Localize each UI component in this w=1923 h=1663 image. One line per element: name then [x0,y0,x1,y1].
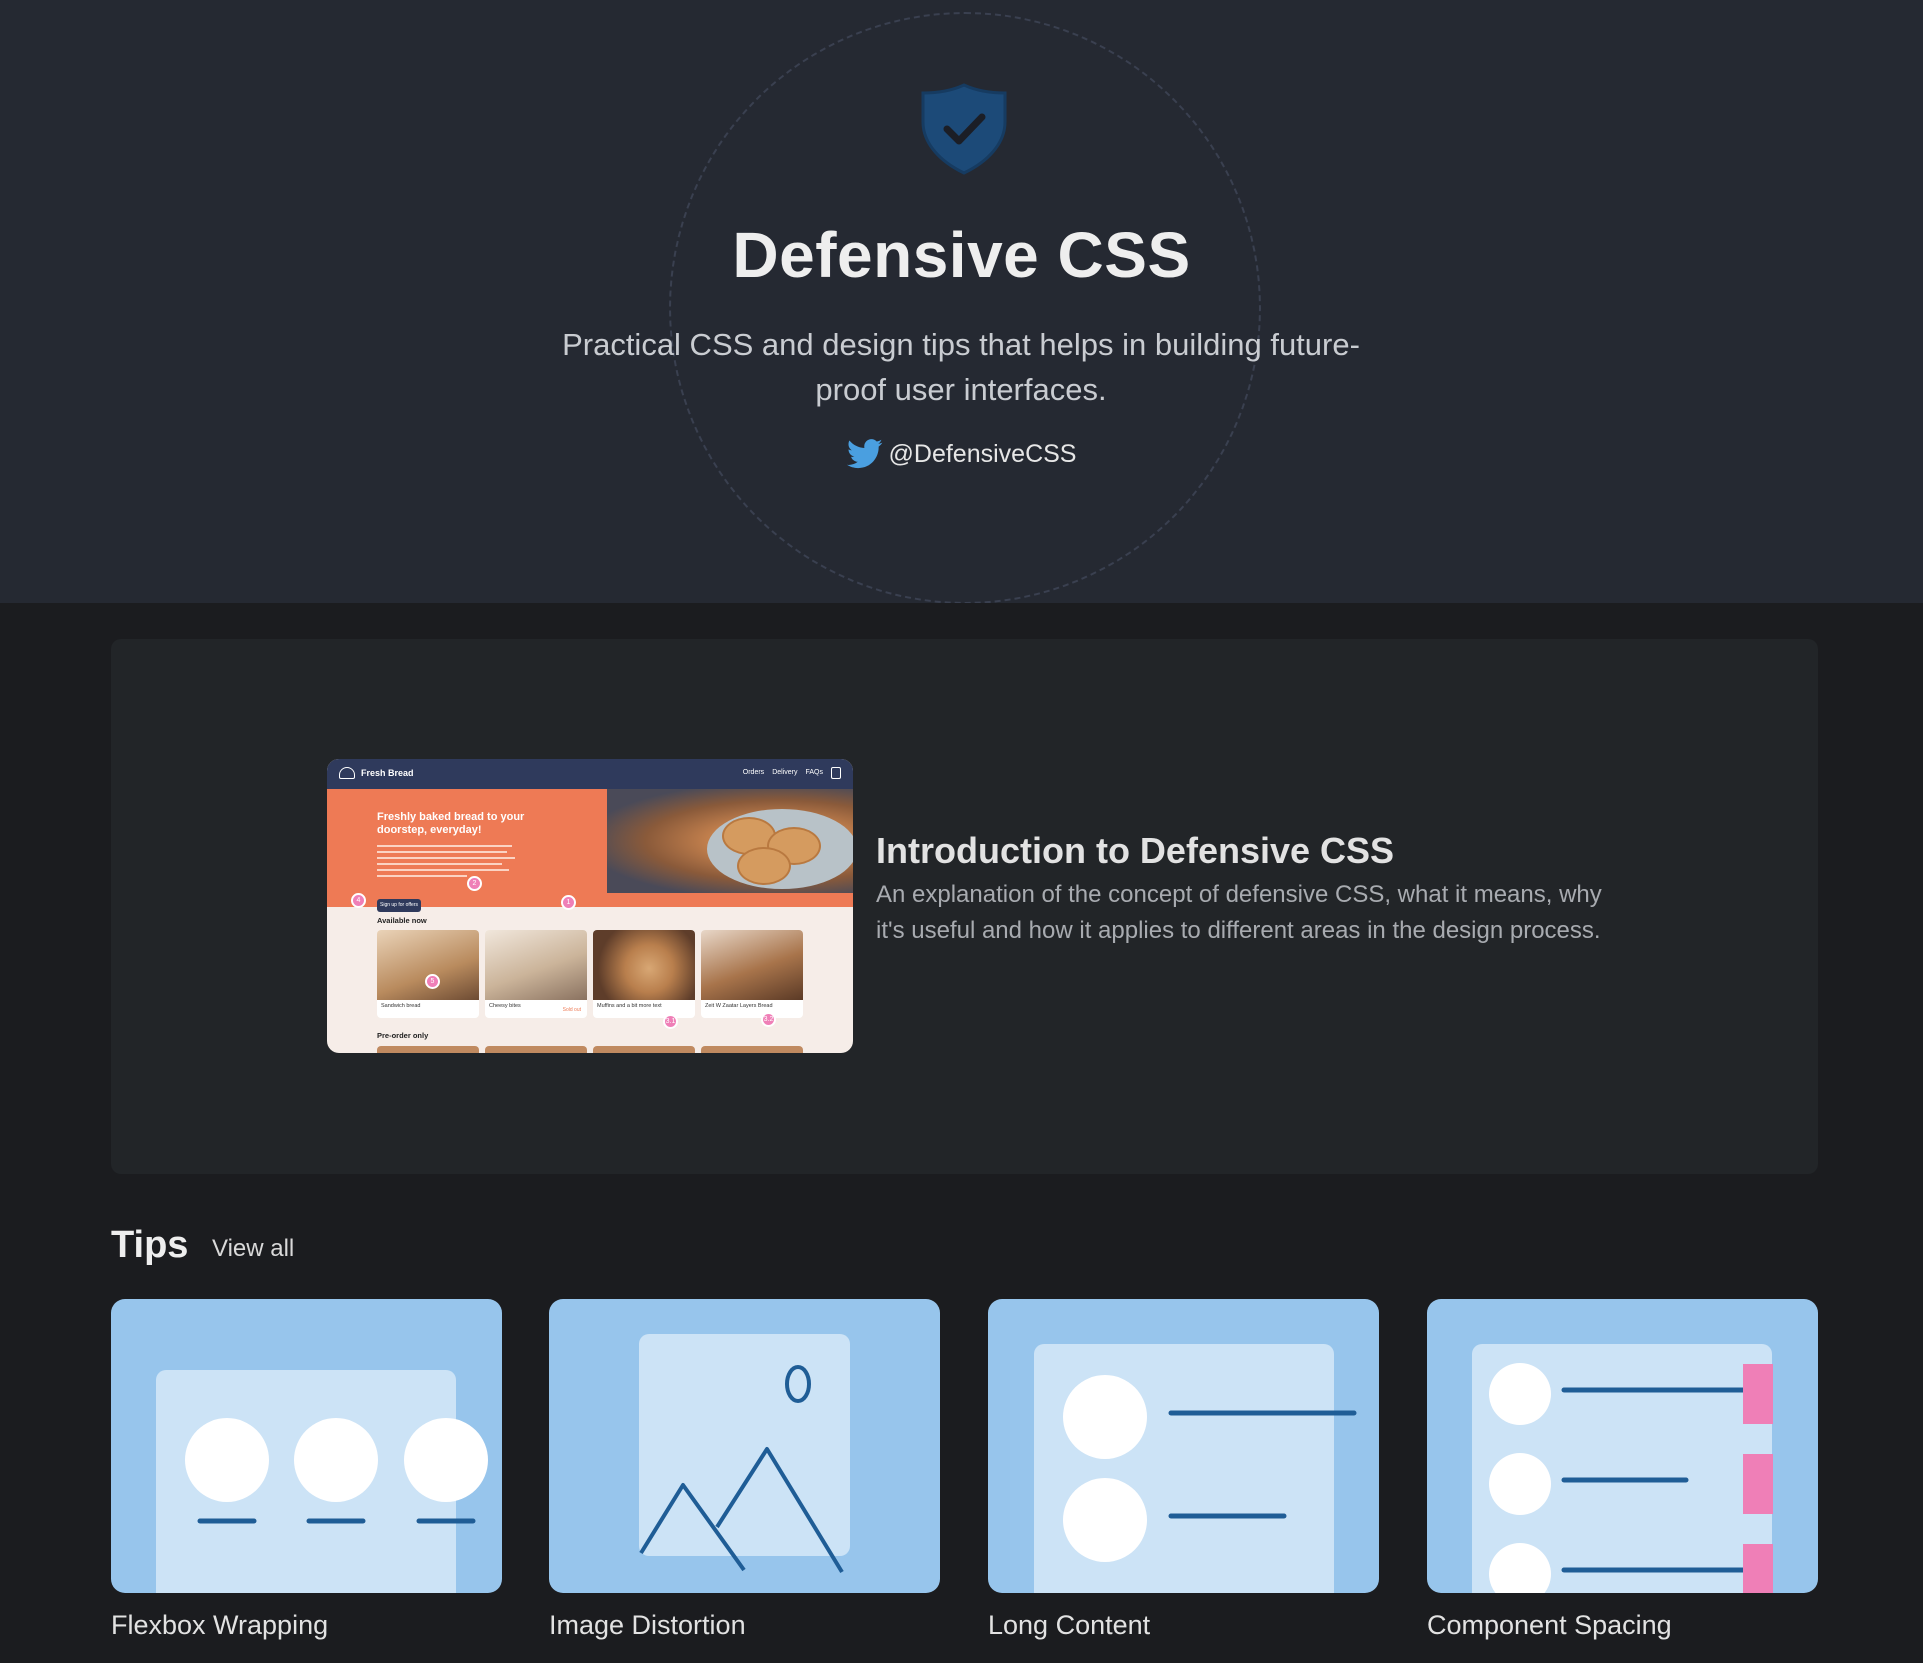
hero-description: Practical CSS and design tips that helps… [562,327,1360,407]
component-spacing-illustration [1427,1299,1818,1593]
long-content-illustration [988,1299,1379,1593]
mockup-nav-link: Delivery [772,769,798,776]
mockup-product-card: Muffins and a bit more text [593,930,695,1018]
mockup-section-preorder: Pre-order only [377,1031,429,1040]
mockup-nav-links: Orders Delivery FAQs [743,769,823,776]
tip-label: Component Spacing [1427,1610,1672,1640]
shield-check-icon [921,83,1007,175]
mockup-preorder-card [593,1046,695,1053]
tip-card-image-distortion[interactable]: Image Distortion [549,1299,940,1641]
mockup-paragraph [377,845,517,881]
twitter-bird-icon [846,439,882,469]
mockup-nav-link: FAQs [805,769,823,776]
flexbox-wrapping-illustration [111,1299,502,1593]
shopping-bag-icon [831,767,841,779]
tip-card-long-content[interactable]: Long Content [988,1299,1379,1641]
tip-label: Long Content [988,1610,1151,1640]
tip-card-flexbox-wrapping[interactable]: Flexbox Wrapping [111,1299,502,1641]
bread-basket-icon [339,767,355,779]
mockup-preorder-card [701,1046,803,1053]
intro-thumbnail: Fresh Bread Orders Delivery FAQs Freshly… [327,759,853,1053]
mockup-nav-link: Orders [742,769,765,776]
mockup-preorder-card [377,1046,479,1053]
intro-description: An explanation of the concept of defensi… [876,881,1602,944]
mockup-marker: 3.2 [761,1012,776,1027]
mockup-product-name: Sandwich bread [381,1003,421,1009]
twitter-link[interactable]: @DefensiveCSS [0,437,1923,471]
mockup-marker: 5 [425,974,440,989]
mockup-product-name: Zeit W Zaatar Layers Bread [705,1003,773,1009]
tip-label: Flexbox Wrapping [111,1610,329,1640]
hero-section: Defensive CSS Practical CSS and design t… [0,0,1923,603]
twitter-handle: @DefensiveCSS [888,439,1077,468]
intro-title[interactable]: Introduction to Defensive CSS [876,830,1394,872]
mockup-product-card: Cheesy bites Sold out [485,930,587,1018]
page-title: Defensive CSS [732,219,1191,291]
mockup-marker: 1 [561,895,576,910]
tips-heading: Tips [111,1224,189,1266]
mockup-section-available: Available now [377,916,427,925]
mockup-marker: 4 [351,893,366,908]
mockup-headline: Freshly baked bread to your doorstep, ev… [377,811,525,836]
mockup-product-name: Muffins and a bit more text [597,1003,662,1009]
mockup-product-card: Zeit W Zaatar Layers Bread [701,930,803,1018]
mockup-marker: 3.1 [663,1014,678,1029]
image-distortion-illustration [549,1299,940,1593]
mockup-preorder-card [485,1046,587,1053]
mockup-marker: 2 [467,876,482,891]
view-all-link[interactable]: View all [212,1235,294,1263]
intro-card[interactable]: Fresh Bread Orders Delivery FAQs Freshly… [111,639,1818,1174]
mockup-brand: Fresh Bread [361,768,414,778]
tip-card-component-spacing[interactable]: Component Spacing [1427,1299,1818,1641]
mockup-sold-out: Sold out [562,1007,581,1013]
tip-label: Image Distortion [549,1610,746,1640]
mockup-cookie [737,847,791,885]
mockup-navbar: Fresh Bread Orders Delivery FAQs [327,759,853,789]
mockup-cta: Sign up for offers [377,899,421,912]
